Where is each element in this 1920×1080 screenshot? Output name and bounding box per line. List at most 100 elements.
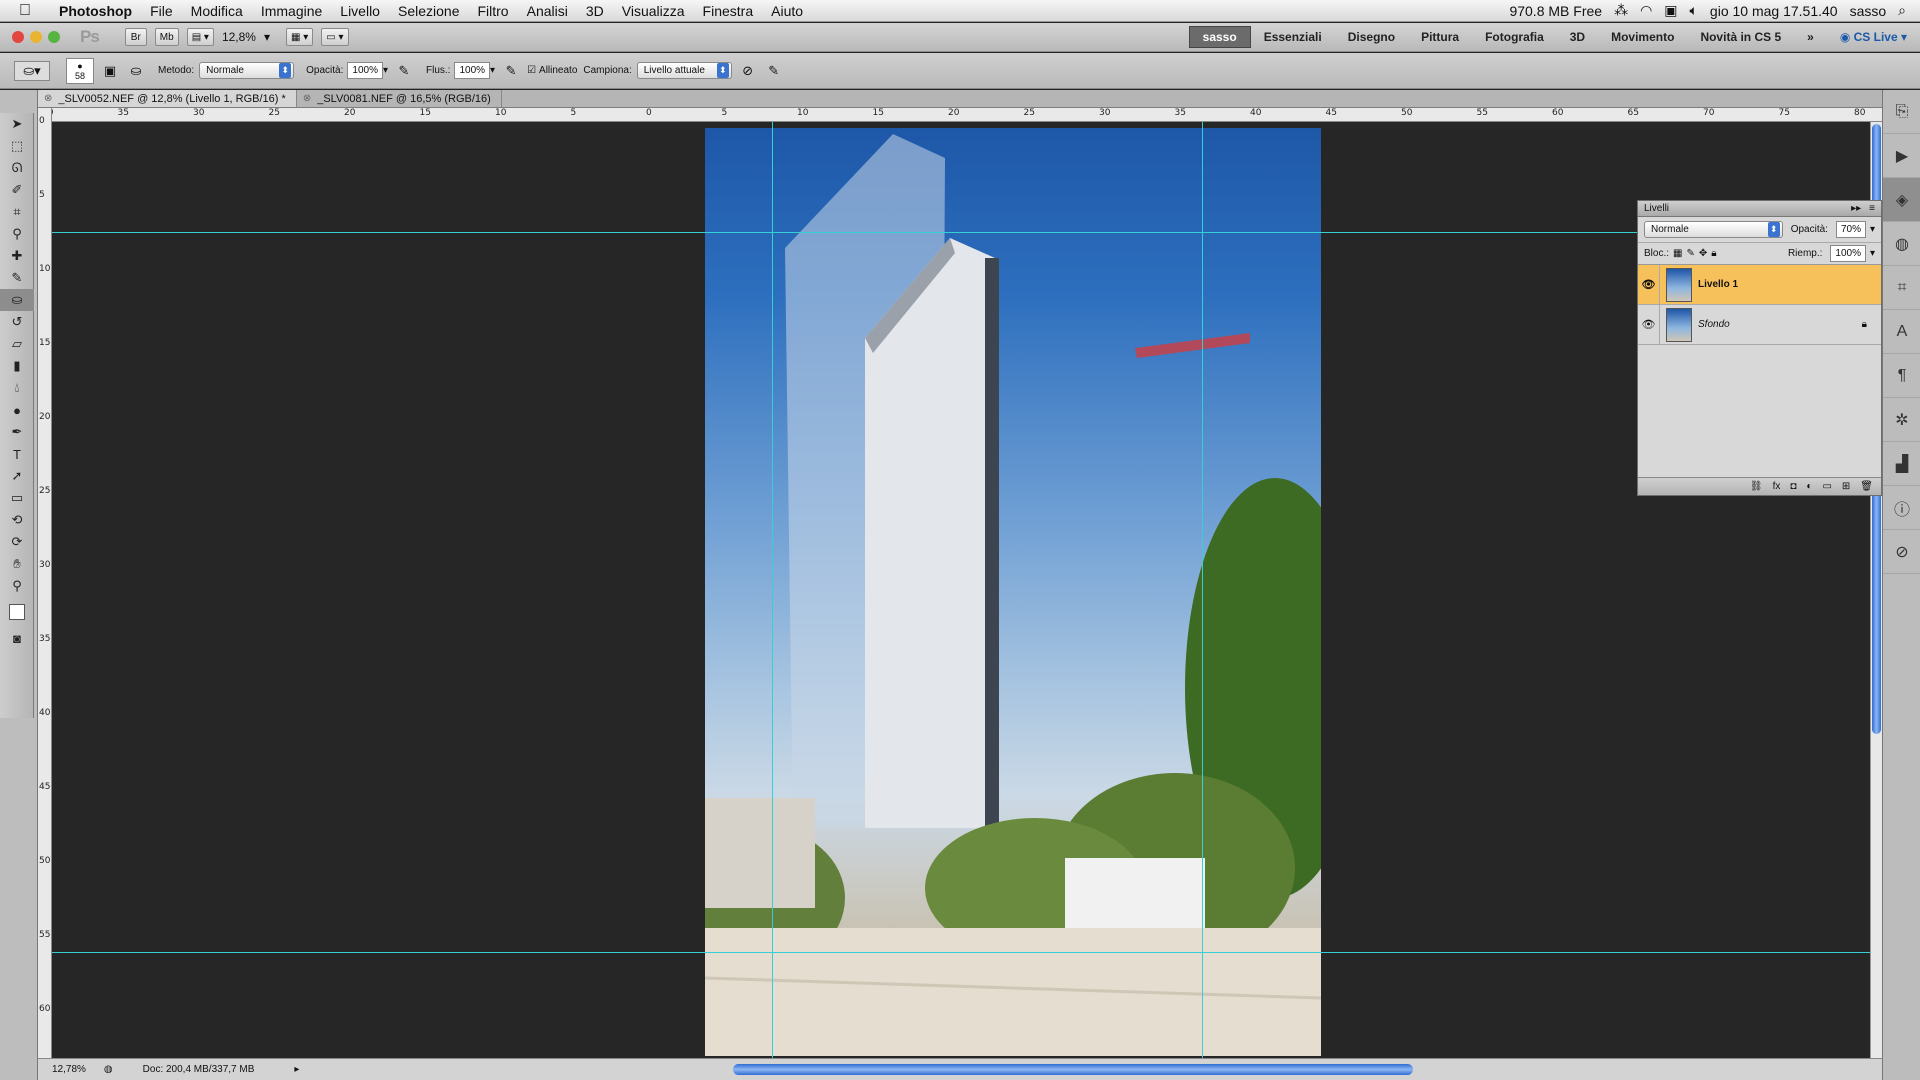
brush-icon[interactable]: ✎ (0, 267, 34, 289)
guide-horizontal[interactable] (52, 952, 1870, 953)
collapse-panel-icon[interactable]: ▸▸ (1851, 203, 1861, 214)
healing-icon[interactable]: ✚ (0, 245, 34, 267)
blur-icon[interactable]: 💧︎ (0, 377, 34, 399)
eraser-icon[interactable]: ▱ (0, 333, 34, 355)
flusso-field[interactable]: 100% (454, 62, 491, 79)
zoom-window-button[interactable] (48, 31, 60, 43)
blend-mode-select[interactable]: Normale (1644, 221, 1783, 238)
paragraph-panel-icon[interactable]: ¶ (1883, 354, 1920, 398)
menu-visualizza[interactable]: Visualizza (613, 3, 694, 19)
opacita-field[interactable]: 100% (347, 62, 383, 79)
menu-filtro[interactable]: Filtro (468, 3, 517, 19)
layer-style-icon[interactable]: fx (1773, 481, 1781, 492)
menu-modifica[interactable]: Modifica (182, 3, 252, 19)
vertical-ruler[interactable]: 0 5 10 15 20 25 30 35 40 45 50 55 60 (38, 108, 52, 1058)
bluetooth-icon[interactable]: ⁂ (1614, 2, 1628, 19)
new-group-icon[interactable]: ▭ (1822, 481, 1831, 492)
history-brush-icon[interactable]: ↺ (0, 311, 34, 333)
dodge-icon[interactable]: ● (0, 399, 34, 421)
clone-source-panel-icon[interactable]: ⛀ (126, 61, 146, 81)
shape-icon[interactable]: ▭ (0, 487, 34, 509)
workspace-3d[interactable]: 3D (1557, 30, 1598, 44)
delete-layer-icon[interactable]: 🗑︎ (1860, 481, 1873, 492)
workspace-novita[interactable]: Novità in CS 5 (1687, 30, 1794, 44)
workspace-disegno[interactable]: Disegno (1335, 30, 1408, 44)
bridge-button[interactable]: Br (124, 28, 147, 46)
panel-menu-icon[interactable]: ≡ (1869, 203, 1875, 214)
wifi-icon[interactable]: ◠ (1640, 2, 1652, 19)
menu-selezione[interactable]: Selezione (389, 3, 469, 19)
move-icon[interactable]: ➤ (0, 113, 34, 135)
paths-panel-icon[interactable]: ⌗ (1883, 266, 1920, 310)
pen-icon[interactable]: ✒ (0, 421, 34, 443)
histogram-panel-icon[interactable]: ▟ (1883, 442, 1920, 486)
lock-pixels-icon[interactable]: ✎ (1686, 248, 1694, 259)
allineato-checkbox[interactable]: ☑ (527, 65, 536, 76)
lasso-icon[interactable]: ᘏ (0, 157, 34, 179)
workspace-sasso[interactable]: sasso (1188, 26, 1251, 48)
lock-all-icon[interactable]: 🔒︎ (1711, 248, 1716, 259)
tool-preset-picker[interactable]: ⛀▾ (14, 60, 50, 81)
type-icon[interactable]: T (0, 443, 34, 465)
guide-horizontal[interactable] (52, 232, 1870, 233)
hand-icon[interactable]: ✋︎ (0, 553, 34, 575)
fill-field[interactable]: 100% (1830, 245, 1866, 262)
volume-icon[interactable]: 🔈︎ (1690, 2, 1698, 19)
layer-row-sfondo[interactable]: 👁︎ Sfondo 🔒︎ (1638, 305, 1881, 345)
screen-mode-button[interactable]: ▭ ▾ (321, 28, 349, 46)
workspace-essenziali[interactable]: Essenziali (1251, 30, 1335, 44)
document-image[interactable] (705, 128, 1321, 1056)
clone-source-panel-icon[interactable]: ⊘ (1883, 530, 1920, 574)
layers-panel-icon[interactable]: ◈ (1883, 178, 1920, 222)
spotlight-icon[interactable]: ⌕ (1898, 2, 1906, 19)
character-panel-icon[interactable]: A (1883, 310, 1920, 354)
layer-name[interactable]: Livello 1 (1698, 279, 1738, 290)
workspace-pittura[interactable]: Pittura (1408, 30, 1472, 44)
menu-analisi[interactable]: Analisi (518, 3, 577, 19)
brush-panel-toggle-icon[interactable]: ▣ (100, 61, 120, 81)
arrange-documents-button[interactable]: ▦ ▾ (286, 28, 314, 46)
pressure-opacity-icon[interactable]: ✎ (394, 61, 414, 81)
airbrush-icon[interactable]: ✎ (501, 61, 521, 81)
path-select-icon[interactable]: ➚ (0, 465, 34, 487)
opacita-dropdown-arrow[interactable]: ▾ (383, 65, 388, 76)
history-panel-icon[interactable]: ⎘ (1883, 90, 1920, 134)
zoom-icon[interactable]: ⚲ (0, 575, 34, 597)
menu-app[interactable]: Photoshop (50, 3, 141, 19)
layer-name[interactable]: Sfondo (1698, 319, 1730, 330)
color-swatches[interactable] (0, 597, 34, 627)
layer-opacity-arrow[interactable]: ▾ (1870, 224, 1875, 235)
lock-transparent-icon[interactable]: ▦ (1673, 248, 1682, 259)
close-tab-icon[interactable]: ⊗ (44, 93, 52, 104)
fill-arrow[interactable]: ▾ (1870, 248, 1875, 259)
horizontal-scroll-thumb[interactable] (733, 1064, 1413, 1075)
document-tab-1[interactable]: ⊗ _SLV0052.NEF @ 12,8% (Livello 1, RGB/1… (38, 90, 297, 107)
quick-mask-icon[interactable]: ◙ (0, 627, 34, 649)
document-tab-2[interactable]: ⊗ _SLV0081.NEF @ 16,5% (RGB/16) (297, 90, 502, 107)
status-info-icon[interactable]: ◍ (104, 1064, 113, 1075)
adjustment-layer-icon[interactable]: ◐ (1806, 481, 1812, 492)
cs-live-button[interactable]: ◉ CS Live ▾ (1827, 30, 1920, 44)
workspace-more-button[interactable]: » (1794, 30, 1827, 44)
close-tab-icon[interactable]: ⊗ (303, 93, 311, 104)
flusso-dropdown-arrow[interactable]: ▾ (490, 65, 495, 76)
3d-orbit-icon[interactable]: ⟳ (0, 531, 34, 553)
user-name[interactable]: sasso (1850, 3, 1887, 19)
workspace-movimento[interactable]: Movimento (1598, 30, 1687, 44)
lock-position-icon[interactable]: ✥ (1699, 248, 1707, 259)
visibility-eye-icon[interactable]: 👁︎ (1638, 305, 1660, 344)
minibridge-button[interactable]: Mb (154, 28, 179, 46)
channels-panel-icon[interactable]: ◍ (1883, 222, 1920, 266)
pressure-size-icon[interactable]: ✎ (764, 61, 784, 81)
add-mask-icon[interactable]: ◘ (1790, 481, 1796, 492)
marquee-icon[interactable]: ⬚ (0, 135, 34, 157)
close-window-button[interactable] (12, 31, 24, 43)
menu-3d[interactable]: 3D (577, 3, 613, 19)
menu-file[interactable]: File (141, 3, 182, 19)
3d-rotate-icon[interactable]: ⟲ (0, 509, 34, 531)
quick-select-icon[interactable]: ✐ (0, 179, 34, 201)
status-zoom[interactable]: 12,78% (52, 1064, 86, 1075)
layer-opacity-field[interactable]: 70% (1835, 221, 1866, 238)
metodo-select[interactable]: Normale (199, 62, 295, 79)
crop-icon[interactable]: ⌗ (0, 201, 34, 223)
